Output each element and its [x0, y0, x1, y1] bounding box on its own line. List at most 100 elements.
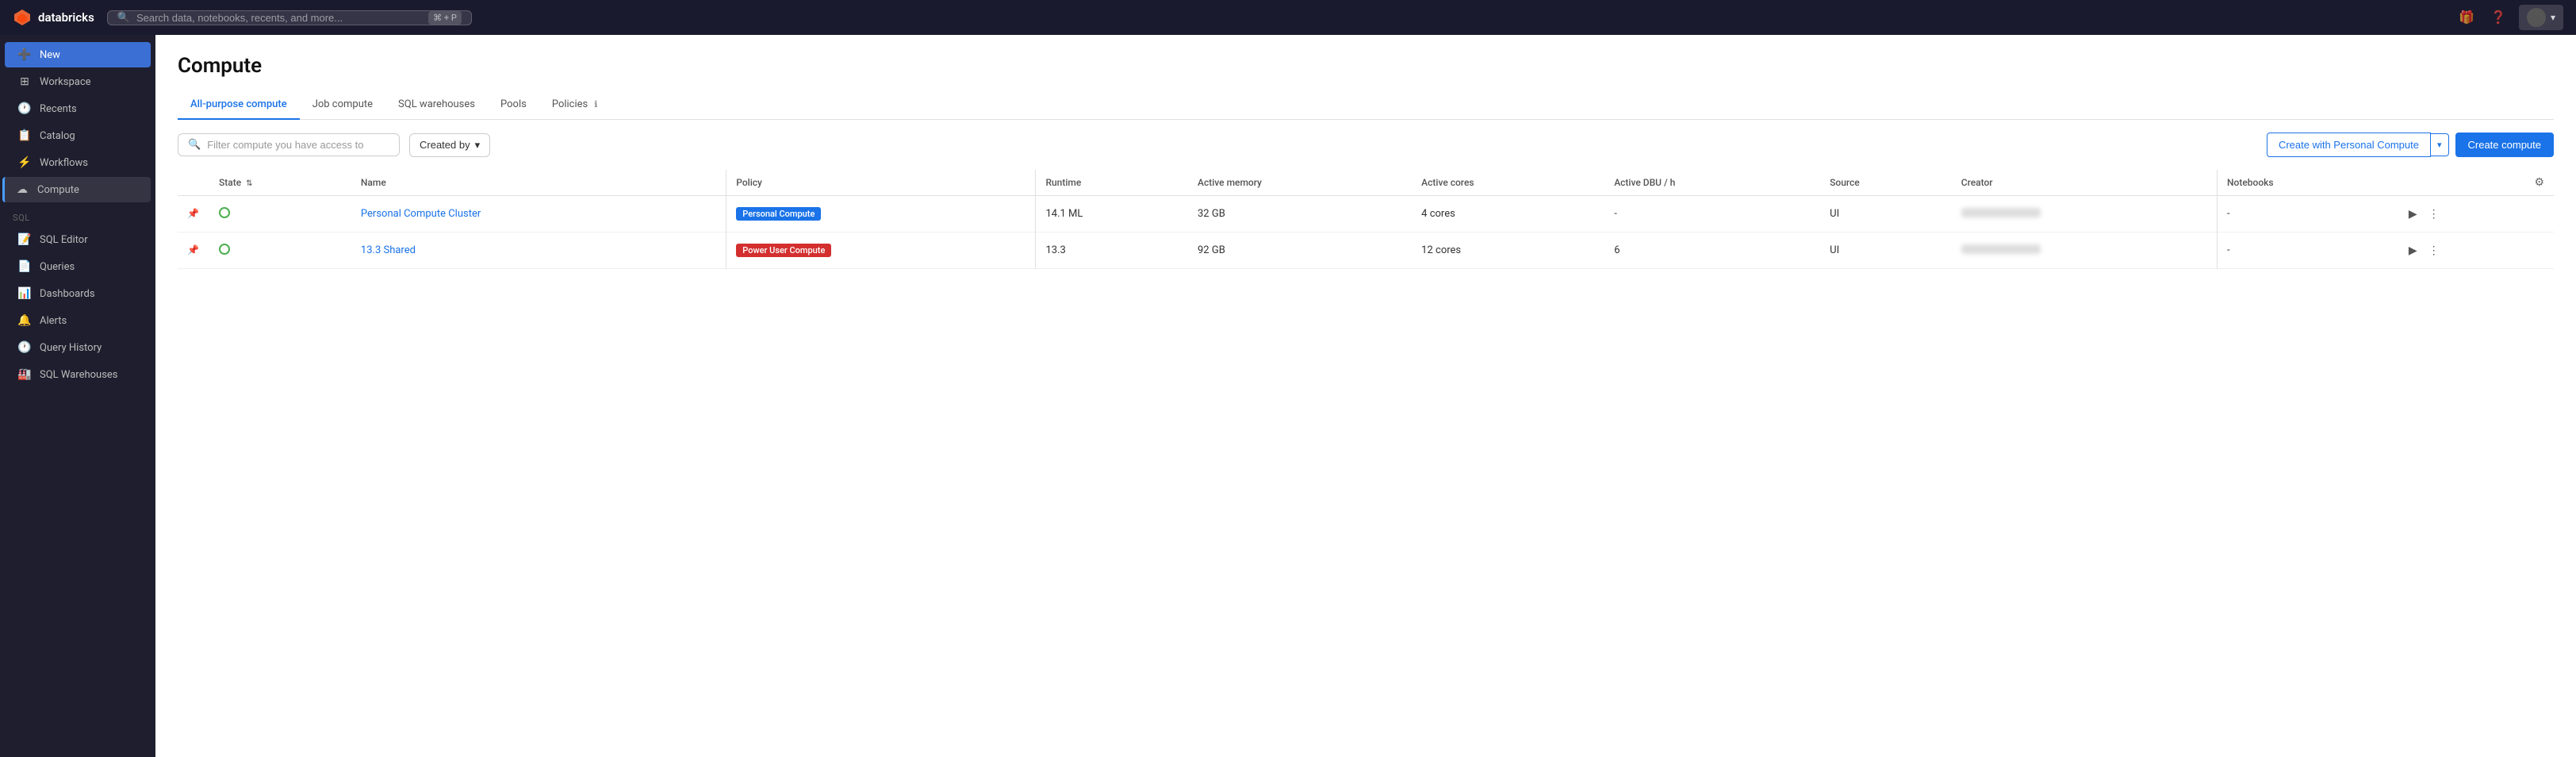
start-button-2[interactable]: ▶ [2404, 240, 2422, 260]
col-active-dbu: Active DBU / h [1604, 170, 1820, 196]
cell-cores-1: 4 cores [1412, 196, 1604, 232]
col-notebooks: Notebooks [2218, 170, 2394, 196]
workflows-icon: ⚡ [17, 156, 32, 169]
sidebar-queries-label: Queries [40, 261, 75, 273]
tab-pools[interactable]: Pools [488, 90, 539, 120]
sidebar-item-workflows[interactable]: ⚡ Workflows [5, 150, 151, 175]
create-with-dropdown-button[interactable]: ▾ [2431, 133, 2449, 156]
cell-runtime-2: 13.3 [1036, 232, 1188, 269]
help-icon-button[interactable]: ❓ [2487, 6, 2509, 29]
sidebar-dashboards-label: Dashboards [40, 288, 95, 300]
tab-policies[interactable]: Policies ℹ [539, 90, 611, 120]
sidebar-item-recents[interactable]: 🕐 Recents [5, 96, 151, 121]
compute-filter-input[interactable] [207, 139, 389, 151]
create-with-button-group: Create with Personal Compute ▾ [2267, 133, 2449, 157]
sidebar-item-alerts[interactable]: 🔔 Alerts [5, 308, 151, 333]
tab-sql-warehouses[interactable]: SQL warehouses [385, 90, 488, 120]
col-name: Name [351, 170, 726, 196]
cell-pin-2: 📌 [178, 232, 209, 269]
cell-actions-1: ▶ ⋮ [2394, 196, 2554, 232]
cell-dbu-1: - [1604, 196, 1820, 232]
create-compute-button[interactable]: Create compute [2455, 133, 2555, 157]
catalog-icon: 📋 [17, 129, 32, 142]
sidebar-query-history-label: Query History [40, 342, 102, 354]
creator-blurred-1 [1961, 208, 2041, 217]
col-active-cores: Active cores [1412, 170, 1604, 196]
col-state[interactable]: State ⇅ [209, 170, 351, 196]
cell-dbu-2: 6 [1604, 232, 1820, 269]
search-shortcut: ⌘ + P [428, 11, 462, 25]
main-layout: ➕ New ⊞ Workspace 🕐 Recents 📋 Catalog ⚡ … [0, 35, 2576, 757]
sidebar-catalog-label: Catalog [40, 130, 75, 142]
more-actions-button-2[interactable]: ⋮ [2424, 240, 2444, 260]
tab-job-compute[interactable]: Job compute [300, 90, 385, 120]
toolbar-right-actions: Create with Personal Compute ▾ Create co… [2267, 133, 2554, 157]
brand-name: databricks [38, 10, 94, 25]
cell-source-2: UI [1820, 232, 1952, 269]
pin-icon-1: 📌 [187, 208, 199, 219]
create-with-personal-compute-button[interactable]: Create with Personal Compute [2267, 133, 2431, 157]
tab-all-purpose[interactable]: All-purpose compute [178, 90, 300, 120]
sidebar-sql-warehouses-label: SQL Warehouses [40, 369, 118, 381]
cell-notebooks-2: - [2218, 232, 2394, 269]
sidebar-workflows-label: Workflows [40, 157, 88, 169]
table-settings-icon[interactable]: ⚙ [2534, 176, 2544, 189]
sidebar-workspace-label: Workspace [40, 76, 91, 88]
sidebar-compute-label: Compute [37, 184, 79, 196]
sidebar-item-workspace[interactable]: ⊞ Workspace [5, 69, 151, 94]
sidebar-item-compute[interactable]: ☁ Compute [2, 177, 151, 202]
cell-creator-1 [1952, 196, 2218, 232]
sidebar-item-dashboards[interactable]: 📊 Dashboards [5, 281, 151, 306]
created-by-label: Created by [420, 139, 470, 151]
compute-table-container: State ⇅ Name Policy Runtime [155, 170, 2576, 757]
cell-name-1: Personal Compute Cluster [351, 196, 726, 232]
filter-search-icon: 🔍 [188, 139, 201, 151]
cell-policy-2: Power User Compute [726, 232, 1036, 269]
cluster-name-link-2[interactable]: 13.3 Shared [361, 244, 416, 256]
status-circle-2 [219, 244, 230, 255]
global-search-input[interactable] [136, 12, 422, 24]
col-active-memory: Active memory [1188, 170, 1412, 196]
col-policy: Policy [726, 170, 1036, 196]
col-creator: Creator [1952, 170, 2218, 196]
policy-badge-2: Power User Compute [736, 244, 831, 257]
col-runtime: Runtime [1036, 170, 1188, 196]
cell-memory-1: 32 GB [1188, 196, 1412, 232]
sort-icon: ⇅ [246, 179, 252, 188]
sidebar-item-catalog[interactable]: 📋 Catalog [5, 123, 151, 148]
col-actions: ⚙ [2394, 170, 2554, 196]
databricks-logo-icon [13, 8, 32, 27]
sidebar-item-sql-editor[interactable]: 📝 SQL Editor [5, 227, 151, 252]
sql-warehouses-icon: 🏭 [17, 368, 32, 381]
compute-filter-input-wrapper[interactable]: 🔍 [178, 133, 400, 156]
created-by-filter-button[interactable]: Created by ▾ [409, 133, 490, 157]
user-menu[interactable]: ▾ [2519, 5, 2563, 30]
page-header: Compute All-purpose compute Job compute … [155, 35, 2576, 120]
sql-section-label: SQL [0, 203, 155, 226]
global-search-bar[interactable]: 🔍 ⌘ + P [107, 10, 472, 25]
cell-cores-2: 12 cores [1412, 232, 1604, 269]
cell-pin-1: 📌 [178, 196, 209, 232]
sidebar-recents-label: Recents [40, 103, 77, 115]
topbar-actions: 🎁 ❓ ▾ [2455, 5, 2563, 30]
plus-icon: ➕ [17, 48, 32, 61]
start-button-1[interactable]: ▶ [2404, 204, 2422, 224]
brand-logo: databricks [13, 8, 94, 27]
filter-chevron-icon: ▾ [475, 139, 481, 152]
page-title: Compute [178, 54, 2554, 78]
sidebar-item-queries[interactable]: 📄 Queries [5, 254, 151, 279]
gift-icon-button[interactable]: 🎁 [2455, 6, 2478, 29]
sidebar-item-new[interactable]: ➕ New [5, 42, 151, 67]
query-history-icon: 🕐 [17, 341, 32, 354]
more-actions-button-1[interactable]: ⋮ [2424, 204, 2444, 224]
cell-notebooks-1: - [2218, 196, 2394, 232]
table-header-row: State ⇅ Name Policy Runtime [178, 170, 2554, 196]
cell-state-2 [209, 232, 351, 269]
recents-icon: 🕐 [17, 102, 32, 115]
compute-icon: ☁ [15, 183, 29, 196]
sidebar-item-query-history[interactable]: 🕐 Query History [5, 335, 151, 360]
col-source: Source [1820, 170, 1952, 196]
policies-info-icon: ℹ [594, 99, 597, 110]
sidebar-item-sql-warehouses[interactable]: 🏭 SQL Warehouses [5, 362, 151, 387]
cluster-name-link-1[interactable]: Personal Compute Cluster [361, 208, 481, 220]
